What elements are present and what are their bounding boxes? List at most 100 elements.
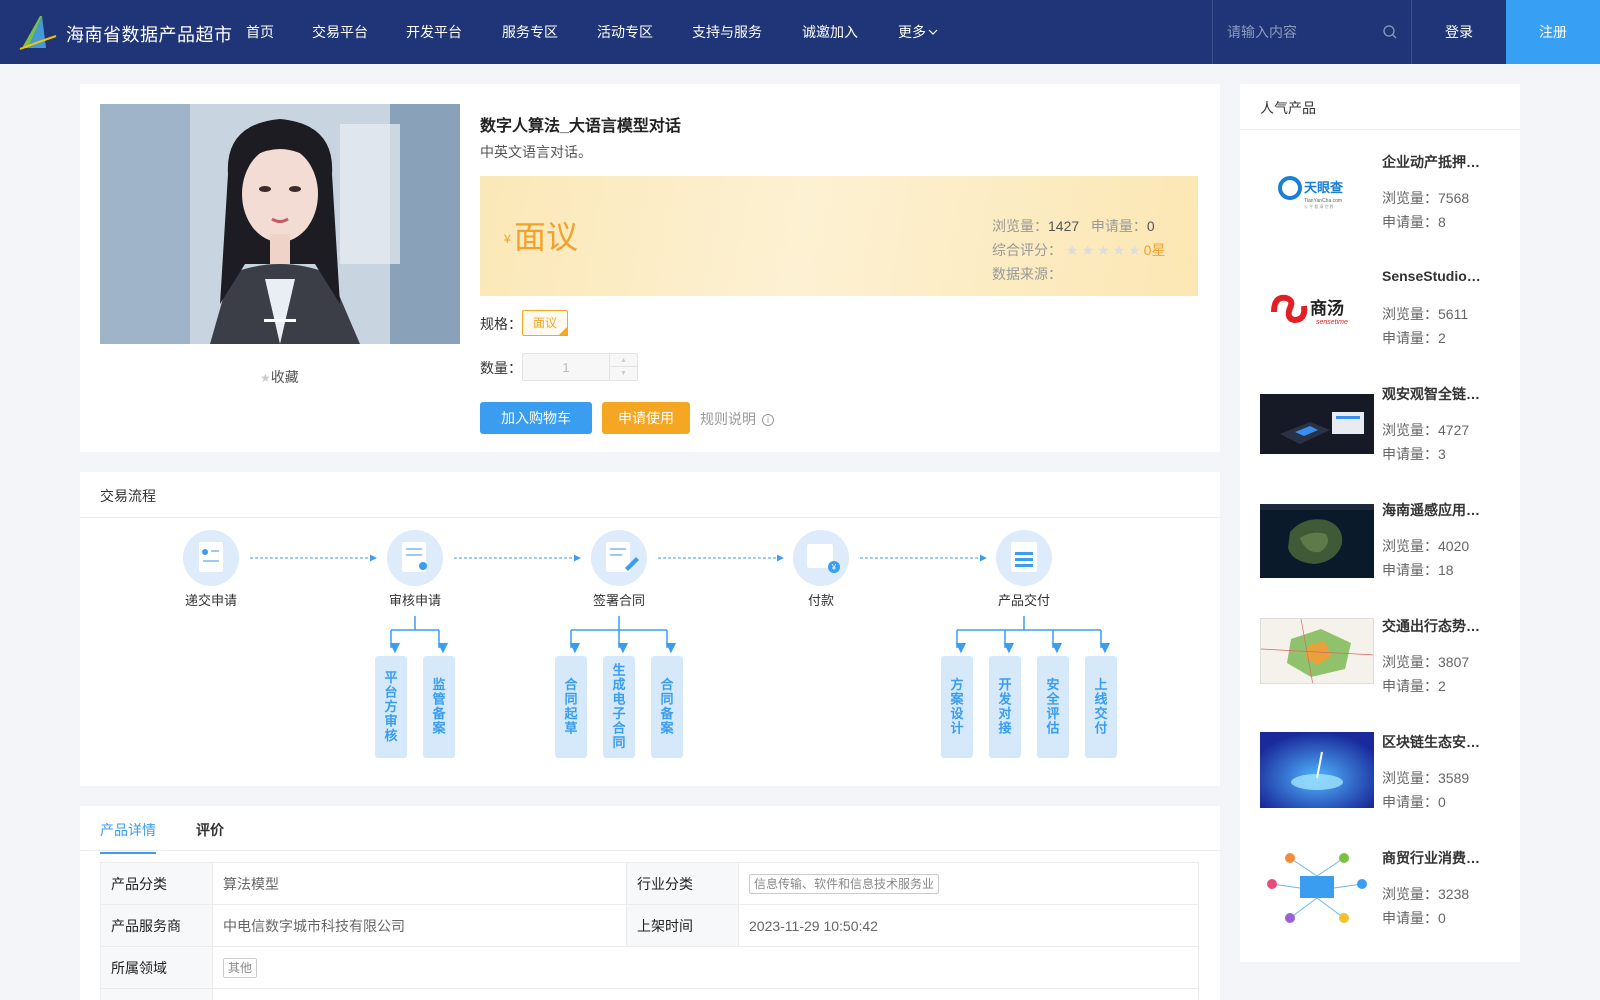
domain-chip: 其他	[223, 957, 258, 978]
applies-label: 申请量：	[1382, 678, 1438, 694]
views-value: 5611	[1438, 306, 1469, 322]
applies-label: 申请量：	[1382, 562, 1438, 578]
step-label: 审核申请	[389, 593, 441, 608]
popular-item-views: 浏览量：7568	[1382, 188, 1469, 208]
search-box	[1212, 0, 1412, 64]
price-box: ¥ 面议 浏览量：1427 申请量：0 综合评分： ★★★★★0星 数据来源：	[480, 176, 1198, 296]
views-label: 浏览量：	[1382, 190, 1438, 206]
detail-value: 信息传输、软件和信息技术服务业	[738, 862, 1199, 905]
detail-key: 行业分类	[626, 862, 739, 905]
popular-item-views: 浏览量：3589	[1382, 768, 1469, 788]
nav-support[interactable]: 支持与服务	[692, 0, 802, 64]
popular-item-name: 企业动产抵押…	[1382, 154, 1480, 170]
detail-key	[100, 988, 213, 1000]
thumb-text: sensetime	[1316, 319, 1348, 326]
substep-label: 生成电子合同	[612, 663, 626, 751]
nav-home[interactable]: 首页	[246, 0, 312, 64]
popular-item-applies: 申请量：2	[1382, 328, 1446, 348]
apply-use-button[interactable]: 申请使用	[602, 402, 690, 434]
login-button[interactable]: 登录	[1412, 0, 1506, 64]
trade-process-diagram: ¥ 递交申请 审核申请 签署合同 付款 产品交付 平台方审核监管备案合同起草生成…	[183, 530, 1117, 758]
popular-item-name: 区块链生态安…	[1382, 734, 1480, 750]
popular-item[interactable]: 交通出行态势… 浏览量：3807 申请量：2	[1260, 616, 1510, 706]
detail-key: 所属领域	[100, 946, 213, 989]
detail-value: 其他	[212, 946, 1199, 989]
rules-label: 规则说明	[700, 411, 756, 427]
search-input[interactable]	[1227, 20, 1377, 44]
popular-item[interactable]: 天眼查 TianYanCha.com 公 平 看 清 世 界 企业动产抵押… 浏…	[1260, 152, 1510, 242]
spec-option-selected[interactable]: 面议	[522, 310, 568, 336]
product-thumbnail	[1260, 504, 1374, 578]
popular-item-views: 浏览量：4020	[1382, 536, 1469, 556]
tab-product-details[interactable]: 产品详情	[100, 820, 156, 854]
site-title[interactable]: 海南省数据产品超市	[66, 21, 233, 47]
product-image[interactable]	[100, 104, 460, 344]
rules-link[interactable]: 规则说明 i	[700, 409, 774, 429]
price-value: 面议	[514, 219, 579, 255]
detail-table: 产品分类 算法模型 行业分类 信息传输、软件和信息技术服务业 产品服务商 中电信…	[100, 862, 1199, 1000]
thumb-text: 天眼查	[1304, 180, 1344, 195]
substep-label: 方案设计	[949, 677, 964, 736]
product-delivery-icon	[996, 530, 1052, 586]
views-label: 浏览量：	[1382, 422, 1438, 438]
substep-label: 上线交付	[1094, 677, 1107, 736]
quantity-label: 数量：	[480, 360, 522, 376]
applies-value: 2	[1438, 678, 1446, 694]
source-label: 数据来源：	[992, 266, 1062, 282]
popular-item-views: 浏览量：4727	[1382, 420, 1469, 440]
rating-label: 综合评分：	[992, 242, 1062, 258]
popular-item[interactable]: 区块链生态安… 浏览量：3589 申请量：0	[1260, 732, 1510, 822]
popular-item-applies: 申请量：18	[1382, 560, 1454, 580]
nav-activity-zone[interactable]: 活动专区	[597, 0, 692, 64]
nav-join[interactable]: 诚邀加入	[802, 0, 898, 64]
search-icon[interactable]	[1383, 25, 1397, 39]
step-label: 递交申请	[185, 593, 237, 608]
review-application-icon	[387, 530, 443, 586]
payment-icon: ¥	[793, 530, 849, 586]
applies-label: 申请量：	[1090, 218, 1147, 234]
popular-item[interactable]: 商贸行业消费… 浏览量：3238 申请量：0	[1260, 848, 1510, 938]
tab-divider	[80, 850, 1220, 851]
views-label: 浏览量：	[1382, 886, 1438, 902]
nav-more[interactable]: 更多	[898, 0, 942, 64]
views-label: 浏览量：	[1382, 306, 1438, 322]
applies-value: 3	[1438, 446, 1446, 462]
views-label: 浏览量：	[1382, 770, 1438, 786]
popular-item-applies: 申请量：2	[1382, 676, 1446, 696]
popular-item[interactable]: 观安观智全链… 浏览量：4727 申请量：3	[1260, 384, 1510, 474]
product-detail-panel: 产品详情 评价 产品分类 算法模型 行业分类 信息传输、软件和信息技术服务业 产…	[80, 806, 1220, 1000]
quantity-input[interactable]	[523, 354, 609, 380]
applies-label: 申请量：	[1382, 214, 1438, 230]
applies-value: 0	[1438, 794, 1446, 810]
popular-item-views: 浏览量：3238	[1382, 884, 1469, 904]
popular-item[interactable]: 海南遥感应用… 浏览量：4020 申请量：18	[1260, 500, 1510, 590]
site-logo-icon[interactable]	[18, 12, 58, 52]
register-button[interactable]: 注册	[1506, 0, 1600, 64]
panel-header: 人气产品	[1240, 84, 1520, 130]
favorite-button[interactable]: ★收藏	[260, 367, 299, 387]
detail-key: 产品分类	[100, 862, 213, 905]
views-label: 浏览量：	[992, 218, 1048, 234]
currency-symbol: ¥	[504, 232, 511, 246]
applies-label: 申请量：	[1382, 446, 1438, 462]
nav-trading-platform[interactable]: 交易平台	[312, 0, 406, 64]
applies-label: 申请量：	[1382, 330, 1438, 346]
nav-dev-platform[interactable]: 开发平台	[406, 0, 502, 64]
step-label: 签署合同	[593, 593, 645, 608]
detail-value: 2023-11-29 10:50:42	[738, 904, 1199, 947]
popular-item-applies: 申请量：0	[1382, 792, 1446, 812]
quantity-increase-icon[interactable]: ▲	[610, 354, 637, 367]
product-title: 数字人算法_大语言模型对话	[480, 118, 681, 135]
popular-item[interactable]: 商汤 sensetime SenseStudio… 浏览量：5611 申请量：2	[1260, 268, 1510, 358]
quantity-decrease-icon[interactable]: ▼	[610, 367, 637, 380]
product-thumbnail	[1260, 618, 1374, 684]
submit-application-icon	[183, 530, 239, 586]
substep-label: 监管备案	[431, 677, 446, 736]
add-to-cart-button[interactable]: 加入购物车	[480, 402, 592, 434]
nav-service-zone[interactable]: 服务专区	[502, 0, 597, 64]
process-title: 交易流程	[100, 488, 156, 504]
views-label: 浏览量：	[1382, 538, 1438, 554]
substep-label: 开发对接	[997, 677, 1012, 736]
popular-item-views: 浏览量：3807	[1382, 652, 1469, 672]
tab-reviews[interactable]: 评价	[196, 820, 224, 840]
